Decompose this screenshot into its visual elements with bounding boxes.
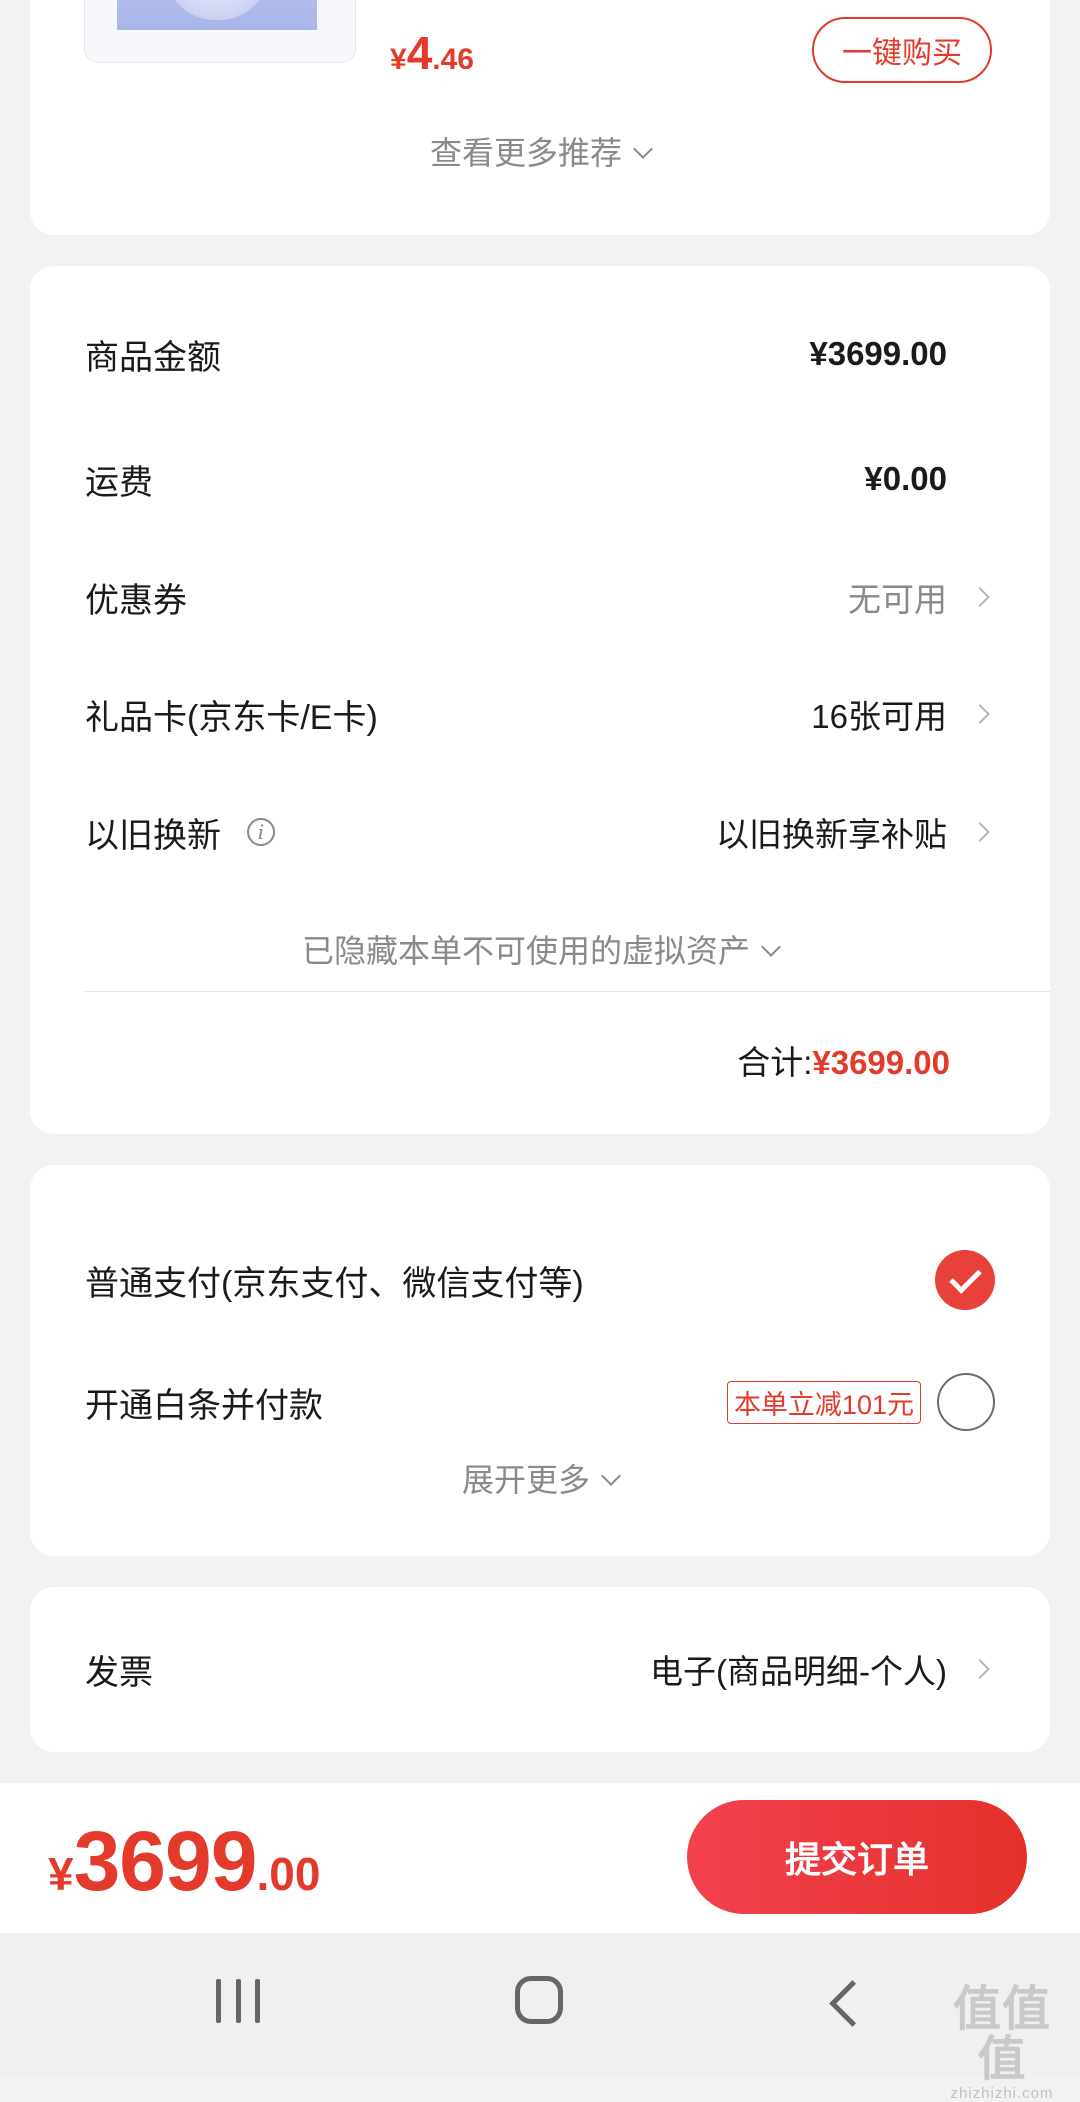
trade-in-value: 以旧换新享补贴 [716, 816, 947, 853]
shipping-row: 运费 ¥0.00 [85, 460, 947, 502]
back-icon[interactable] [829, 1980, 876, 2027]
recommendation-price: ¥4.46 [390, 27, 474, 79]
goods-amount-value: ¥3699.00 [809, 335, 947, 372]
chevron-right-icon [970, 587, 990, 607]
home-icon[interactable] [515, 1976, 563, 2024]
goods-amount-row: 商品金额 ¥3699.00 [85, 335, 947, 377]
watermark: 值值值 zhizhizhi.com [950, 1983, 1054, 2102]
submit-order-button[interactable]: 提交订单 [687, 1800, 1027, 1914]
trade-in-row[interactable]: 以旧换新 i 以旧换新享补贴 [85, 802, 995, 862]
invoice-card: 发票 电子(商品明细-个人) [30, 1587, 1050, 1752]
product-thumbnail[interactable] [84, 0, 356, 63]
chevron-down-icon [633, 139, 653, 159]
invoice-row[interactable]: 发票 电子(商品明细-个人) [85, 1639, 995, 1699]
shipping-value: ¥0.00 [864, 460, 947, 497]
chevron-right-icon [970, 822, 990, 842]
recent-apps-icon[interactable] [216, 1979, 260, 2023]
expand-more-button[interactable]: 展开更多 [30, 1455, 1050, 1501]
payment-method-card: 普通支付(京东支付、微信支付等) 开通白条并付款 本单立减101元 展开更多 [30, 1165, 1050, 1556]
payment-option-baitiao[interactable]: 开通白条并付款 本单立减101元 [85, 1372, 995, 1432]
gift-card-value: 16张可用 [811, 698, 947, 735]
gift-card-row[interactable]: 礼品卡(京东卡/E卡) 16张可用 [85, 684, 995, 744]
chevron-right-icon [970, 1659, 990, 1679]
invoice-value: 电子(商品明细-个人) [650, 1653, 947, 1690]
order-total-price: ¥3699.00 [48, 1814, 321, 1908]
divider [84, 991, 1050, 992]
coupon-value: 无可用 [848, 581, 947, 618]
see-more-recommendations[interactable]: 查看更多推荐 [30, 128, 1050, 174]
chevron-down-icon [601, 1466, 621, 1486]
payment-option-standard[interactable]: 普通支付(京东支付、微信支付等) [85, 1250, 995, 1310]
radio-unchecked[interactable] [937, 1373, 995, 1431]
checked-circle-icon[interactable] [935, 1250, 995, 1310]
info-icon[interactable]: i [247, 818, 275, 846]
system-nav-bar [0, 1933, 1080, 2076]
hidden-assets-toggle[interactable]: 已隐藏本单不可使用的虚拟资产 [30, 926, 1050, 972]
price-breakdown-card: 商品金额 ¥3699.00 运费 ¥0.00 优惠券 无可用 礼品卡(京东卡/E… [30, 266, 1050, 1134]
one-click-buy-button[interactable]: 一键购买 [812, 17, 992, 83]
coupon-row[interactable]: 优惠券 无可用 [85, 567, 995, 627]
chevron-right-icon [970, 704, 990, 724]
total-amount: ¥3699.00 [812, 1044, 950, 1081]
product-image [117, 0, 317, 30]
recommendation-card: ¥4.46 一键购买 查看更多推荐 [30, 0, 1050, 235]
promo-badge: 本单立减101元 [726, 1380, 921, 1424]
checkout-bar: ¥3699.00 提交订单 [0, 1783, 1080, 1933]
total-row: 合计:¥3699.00 [737, 1044, 950, 1081]
chevron-down-icon [761, 937, 781, 957]
